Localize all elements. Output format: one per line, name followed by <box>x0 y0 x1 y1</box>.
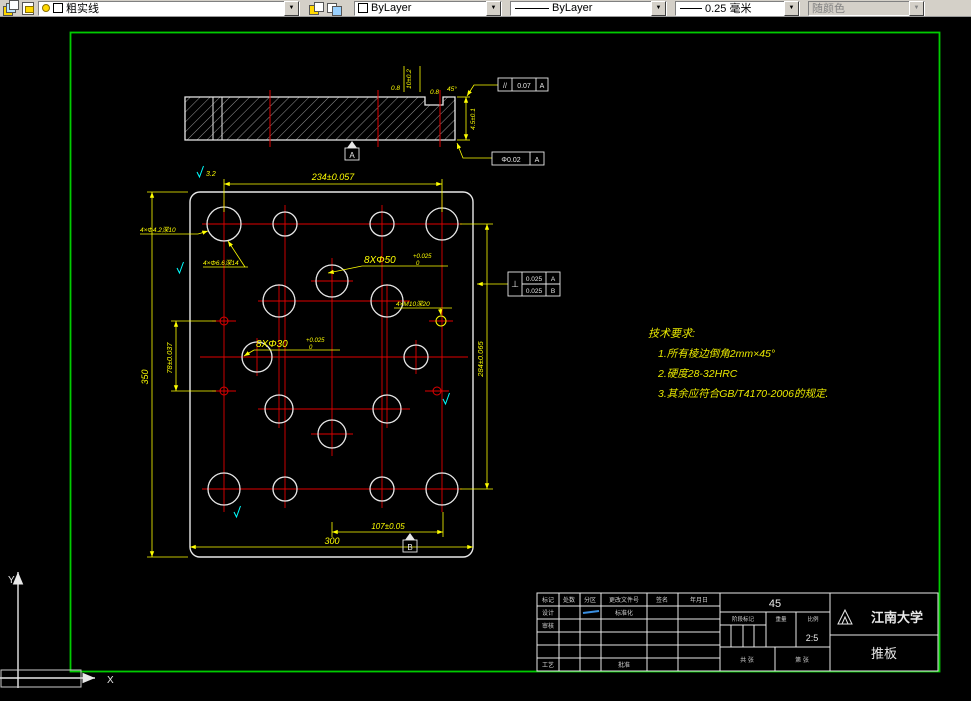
label-zone: 分区 <box>584 596 596 604</box>
label-weight: 重量 <box>775 615 787 623</box>
layer-color-swatch <box>53 3 63 13</box>
label-small-holes-tol-u: +0.025 <box>306 338 325 344</box>
label-check: 审核 <box>542 622 554 630</box>
leader1-text: 4×Φ4.2深10 <box>140 226 176 234</box>
make-object-layer-current-icon[interactable] <box>308 1 324 15</box>
university-name: 江南大学 <box>871 610 923 625</box>
lineweight-combo-arrow-icon[interactable]: ▼ <box>784 0 799 16</box>
designer-signature <box>582 610 600 614</box>
plotstyle-combo: 随颜色 ▼ <box>808 0 925 16</box>
dimension-lines <box>140 179 493 558</box>
label-big-holes-tol-u: +0.025 <box>413 254 432 260</box>
label-design: 设计 <box>542 609 554 617</box>
section-roughness1: 0.8 <box>391 85 400 92</box>
plotstyle-combo-arrow-icon: ▼ <box>909 0 924 16</box>
leader3-text: 4×M10深20 <box>396 300 430 308</box>
label-mark: 标记 <box>542 596 554 604</box>
lineweight-sample-icon <box>680 7 702 9</box>
label-sheet-total: 共 张 <box>740 656 754 664</box>
tech-req-title: 技术要求: <box>648 327 695 340</box>
datum-a-label: A <box>349 151 355 160</box>
layer-on-icon <box>42 4 50 12</box>
color-swatch <box>358 3 368 13</box>
title-block: 标记 处数 分区 更改文件号 签名 年月日 设计 标准化 审核 工艺 批准 阶段… <box>536 592 939 672</box>
label-standard: 标准化 <box>615 609 633 617</box>
leader2-text: 4×Φ6.6深14 <box>203 259 239 267</box>
toolbar: 粗实线 ▼ ByLayer ▼ ByLayer ▼ 0.25 毫米 ▼ 随颜色 … <box>0 0 971 17</box>
para-symbol: // <box>503 83 507 90</box>
label-process: 工艺 <box>542 661 554 669</box>
label-approve: 批准 <box>618 661 630 669</box>
part-name: 推板 <box>871 646 897 661</box>
perp-value2: 0.025 <box>526 288 543 295</box>
lineweight-combo[interactable]: 0.25 毫米 ▼ <box>675 0 800 16</box>
section-view: A 10±0.2 0.8 0.8 45° 4.5±0.1 // 0.07 A Φ… <box>184 66 549 166</box>
dim-top-width: 234±0.057 <box>311 172 355 182</box>
scale-value: 2:5 <box>806 633 819 643</box>
ucs-icon: Y X <box>0 572 114 688</box>
runout-value: Φ0.02 <box>501 157 520 164</box>
datum-b-flag: B <box>402 533 418 553</box>
plan-view: 234±0.057 3.2 350 78±0.037 284±0.065 107… <box>140 165 561 558</box>
tech-req-item1: 1.所有棱边倒角2mm×45° <box>658 348 775 360</box>
perp-datum2: B <box>551 288 555 295</box>
perp-symbol: ⊥ <box>511 279 519 289</box>
layer-previous-icon[interactable] <box>326 1 342 16</box>
plotstyle-value: 随颜色 <box>812 3 845 15</box>
dim-bottom-width: 300 <box>324 536 339 546</box>
dim-inner-left: 78±0.037 <box>165 342 174 374</box>
label-ratio: 比例 <box>807 615 819 623</box>
section-dim1: 10±0.2 <box>406 69 413 89</box>
tech-req-item2: 2.硬度28-32HRC <box>657 368 738 380</box>
gdt-runout-frame: Φ0.02 A <box>456 142 545 166</box>
linetype-sample-icon <box>515 7 549 9</box>
layer-name: 粗实线 <box>66 3 99 15</box>
dim-roughness-top: 3.2 <box>206 171 216 178</box>
drawing-canvas[interactable]: A 10±0.2 0.8 0.8 45° 4.5±0.1 // 0.07 A Φ… <box>0 0 971 701</box>
label-small-holes: 8XΦ30 <box>256 339 288 350</box>
label-qty: 处数 <box>563 596 575 604</box>
dim-inner-bottom: 107±0.05 <box>371 522 405 531</box>
ucs-y-label: Y <box>8 575 15 586</box>
color-value: ByLayer <box>371 2 412 14</box>
layer-combo[interactable]: 粗实线 ▼ <box>38 0 300 16</box>
para-datum: A <box>540 83 545 90</box>
ucs-x-label: X <box>107 675 114 686</box>
section-outline <box>184 96 456 141</box>
datum-a-flag: A <box>344 141 360 161</box>
lineweight-value: 0.25 毫米 <box>705 3 752 15</box>
material-value: 45 <box>769 598 781 610</box>
linetype-combo-arrow-icon[interactable]: ▼ <box>651 0 666 16</box>
gdt-perpendicularity-frame: ⊥ 0.025 A 0.025 B <box>477 271 561 297</box>
tech-requirements: 技术要求: 1.所有棱边倒角2mm×45° 2.硬度28-32HRC 3.其余应… <box>648 327 828 400</box>
color-combo-arrow-icon[interactable]: ▼ <box>486 0 501 16</box>
para-value: 0.07 <box>517 83 531 90</box>
label-sheet-no: 第 张 <box>795 656 809 664</box>
perp-datum1: A <box>551 276 556 283</box>
university-logo <box>837 608 853 625</box>
dimension-texts: 234±0.057 3.2 350 78±0.037 284±0.065 107… <box>140 171 485 546</box>
small-holes <box>219 315 447 396</box>
linetype-combo[interactable]: ByLayer ▼ <box>510 0 667 16</box>
color-combo[interactable]: ByLayer ▼ <box>354 0 502 16</box>
layer-states-icon[interactable] <box>20 1 36 15</box>
section-angle: 45° <box>447 85 457 93</box>
runout-datum: A <box>535 157 540 164</box>
linetype-value: ByLayer <box>552 2 593 14</box>
layer-properties-icon[interactable] <box>2 0 19 16</box>
label-stage: 阶段标记 <box>732 615 755 623</box>
layer-combo-arrow-icon[interactable]: ▼ <box>284 0 299 16</box>
dim-overall-height: 350 <box>140 369 150 384</box>
label-sign: 签名 <box>656 596 668 604</box>
dim-inner-right: 284±0.065 <box>476 340 485 377</box>
perp-value1: 0.025 <box>526 276 543 283</box>
gdt-parallelism-frame: // 0.07 A <box>466 77 549 97</box>
tech-req-item3: 3.其余应符合GB/T4170-2006的规定. <box>658 388 828 400</box>
label-doc: 更改文件号 <box>609 596 639 604</box>
section-dim2: 4.5±0.1 <box>470 108 477 130</box>
label-date: 年月日 <box>690 596 708 604</box>
label-big-holes: 8XΦ50 <box>364 255 396 266</box>
datum-b-label: B <box>407 543 412 552</box>
section-roughness2: 0.8 <box>430 89 439 96</box>
